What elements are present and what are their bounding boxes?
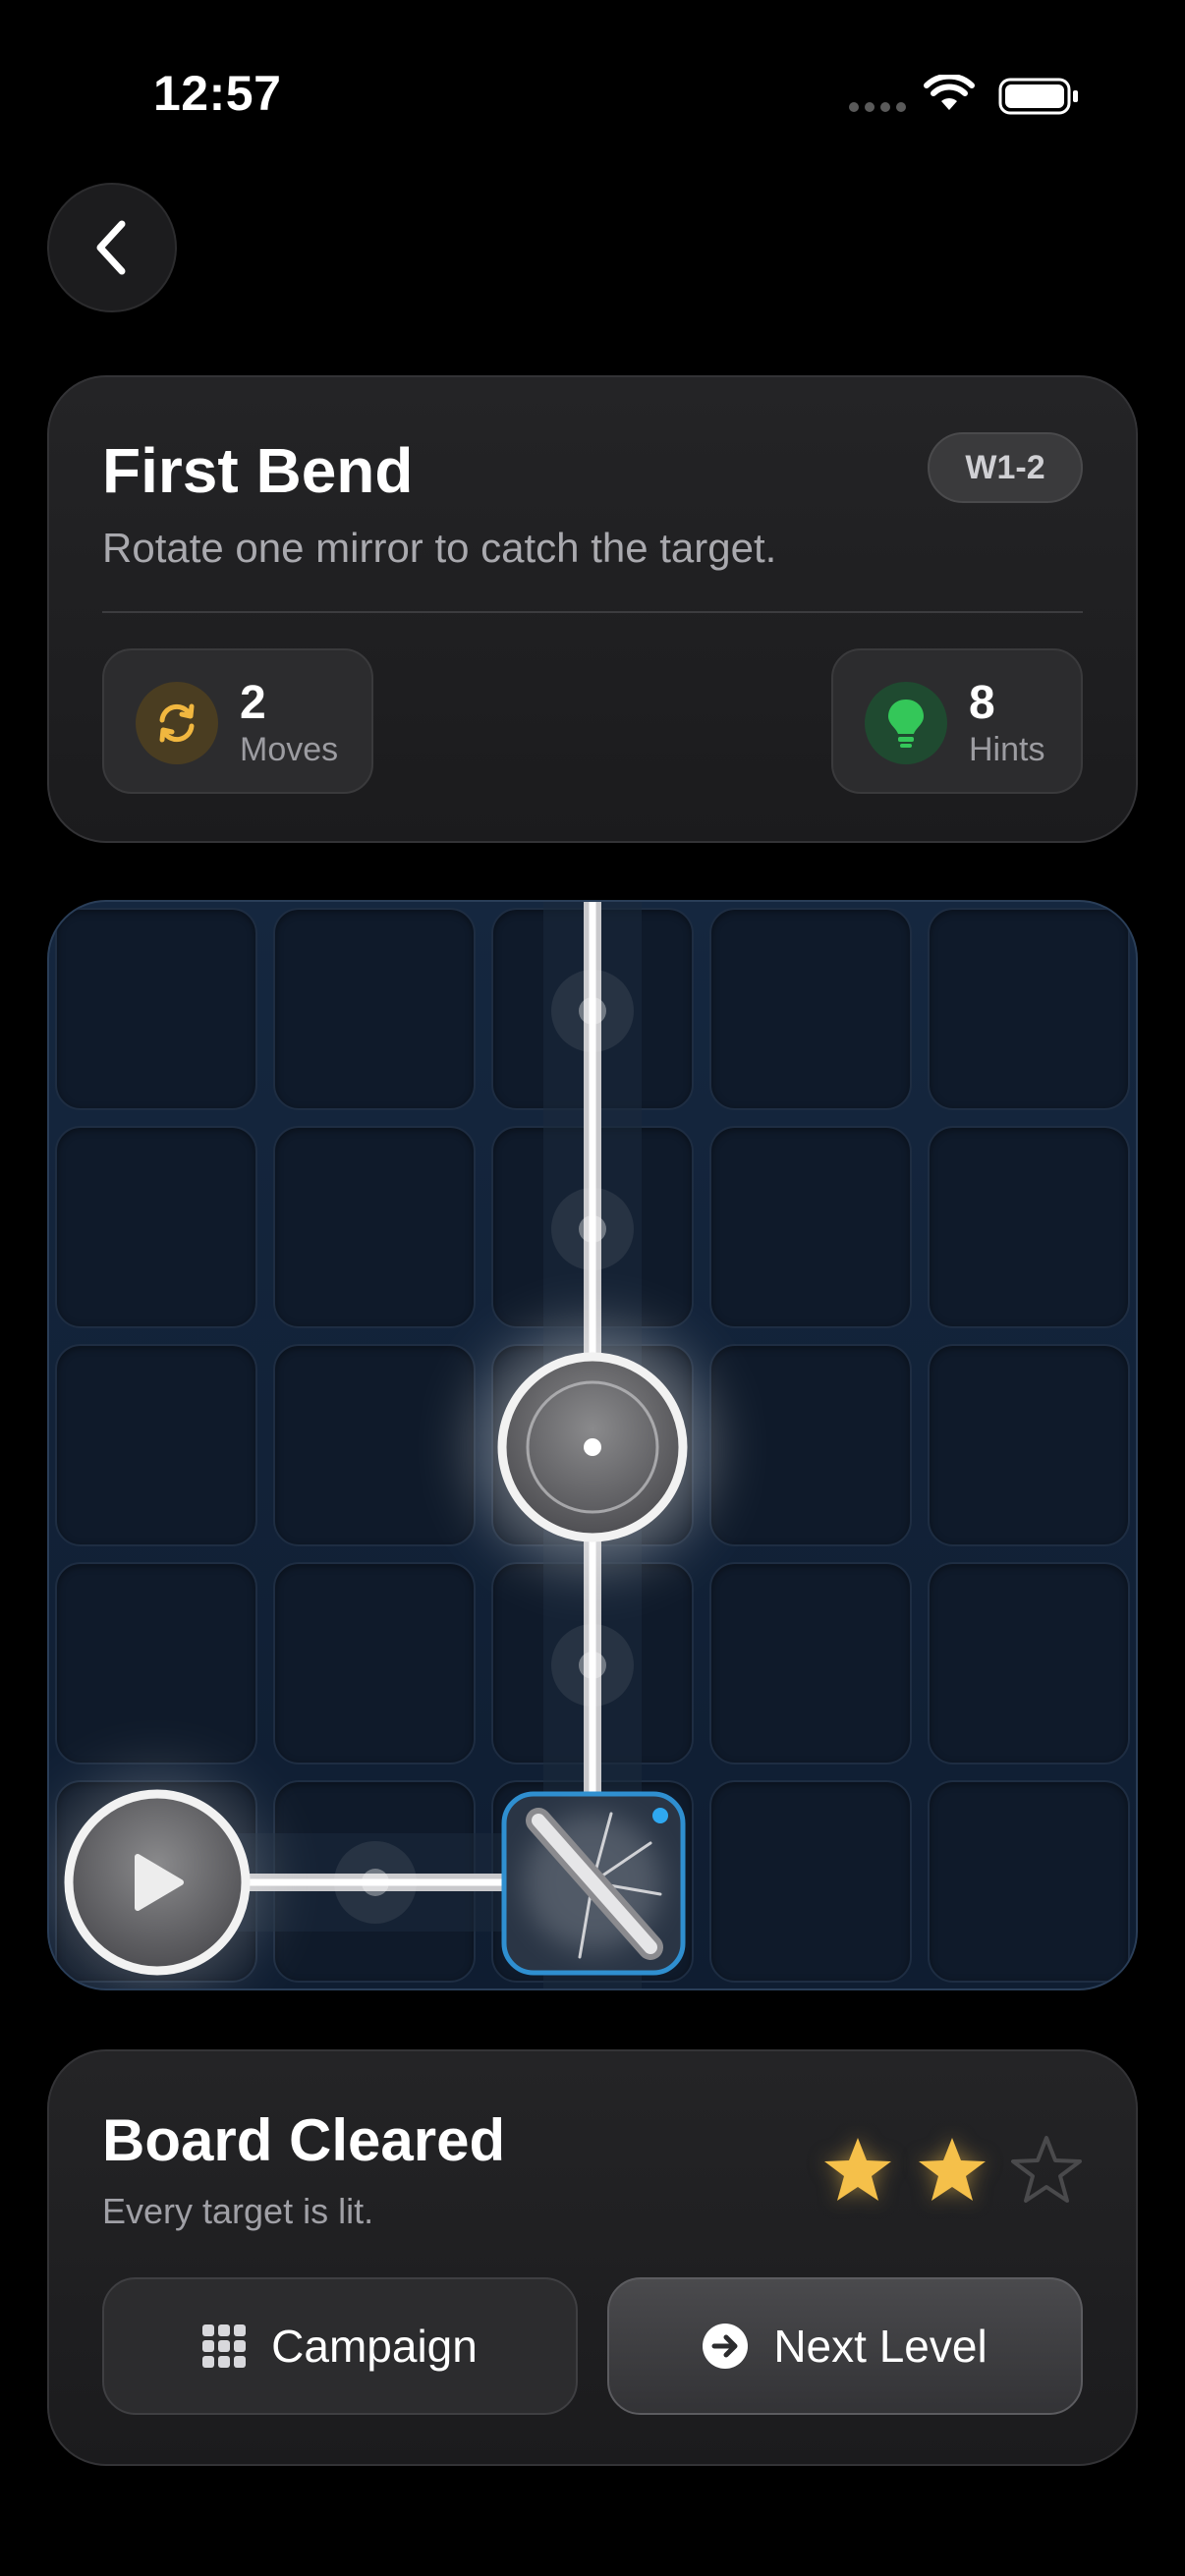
- beam-dot: [551, 970, 634, 1052]
- rotate-arrows-icon: [136, 682, 218, 764]
- wifi-icon: [924, 75, 975, 110]
- level-title: First Bend: [102, 435, 414, 506]
- result-card: Board Cleared Every target is lit. Campa…: [47, 2049, 1138, 2466]
- emitter-node[interactable]: [49, 1774, 265, 1990]
- hints-value: 8: [969, 677, 995, 729]
- star-filled-icon: [824, 2138, 891, 2201]
- arrow-right-circle-icon: [703, 2324, 749, 2369]
- star-empty-icon: [1011, 2136, 1082, 2203]
- level-subtitle: Rotate one mirror to catch the target.: [102, 525, 777, 571]
- selected-indicator: [652, 1808, 668, 1823]
- beam-dot: [334, 1841, 417, 1924]
- level-card: First Bend W1-2 Rotate one mirror to cat…: [47, 375, 1138, 843]
- campaign-label: Campaign: [271, 2321, 478, 2372]
- campaign-button[interactable]: Campaign: [102, 2277, 578, 2415]
- moves-label: Moves: [240, 731, 339, 768]
- next-level-label: Next Level: [773, 2321, 988, 2372]
- result-title: Board Cleared: [102, 2107, 506, 2173]
- grid-icon: [202, 2324, 247, 2368]
- status-time: 12:57: [153, 66, 282, 121]
- beam-layer: [49, 902, 710, 1990]
- hints-button[interactable]: 8 Hints: [831, 648, 1083, 794]
- lightbulb-icon: [865, 682, 947, 764]
- level-badge: W1-2: [928, 432, 1083, 503]
- mirror-tile[interactable]: [501, 1791, 686, 1976]
- chevron-left-icon: [96, 220, 126, 275]
- beam-dot: [551, 1624, 634, 1707]
- hints-label: Hints: [969, 731, 1045, 768]
- back-button[interactable]: [47, 183, 177, 312]
- divider: [102, 611, 1083, 613]
- moves-value: 2: [240, 677, 266, 729]
- next-level-button[interactable]: Next Level: [607, 2277, 1083, 2415]
- moves-stat: 2 Moves: [102, 648, 373, 794]
- result-subtitle: Every target is lit.: [102, 2191, 374, 2231]
- star-filled-icon: [919, 2138, 986, 2201]
- game-board: [47, 900, 1138, 1990]
- beam-dot: [551, 1188, 634, 1270]
- star-rating: [821, 2134, 1083, 2207]
- signal-icon: [849, 102, 908, 114]
- battery-icon: [998, 78, 1078, 115]
- target-node[interactable]: [475, 1329, 710, 1565]
